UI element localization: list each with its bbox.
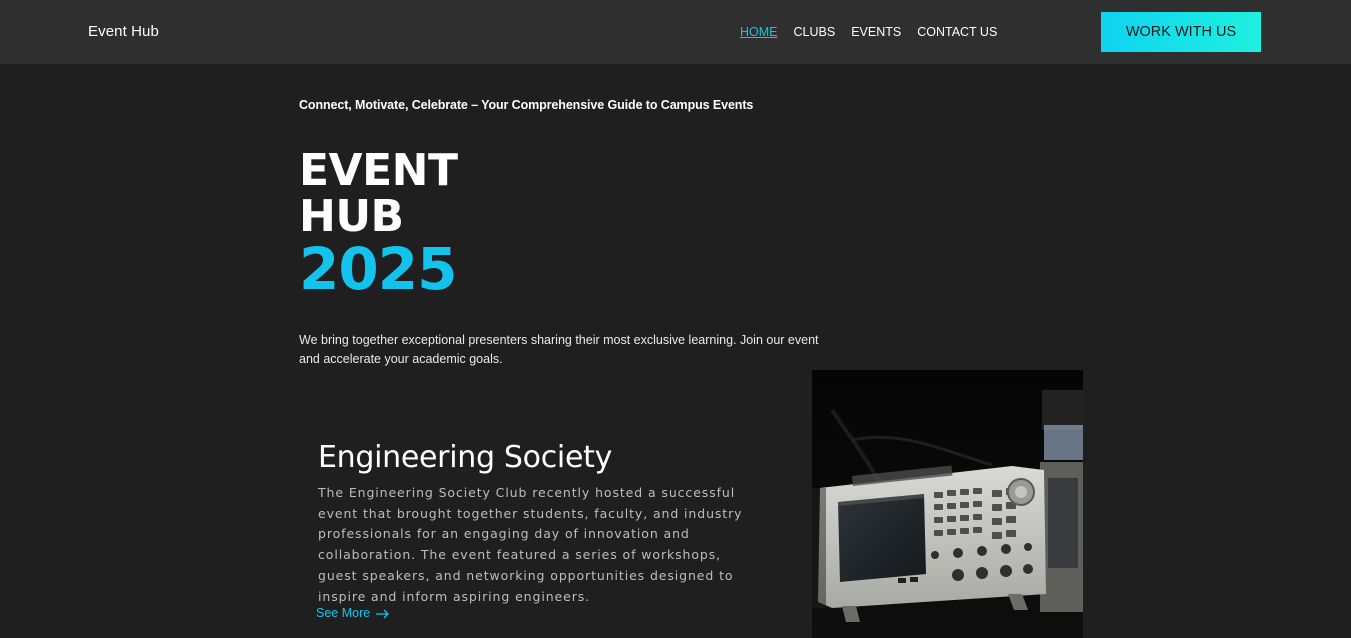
oscilloscope-image	[812, 370, 1083, 638]
main-nav: HOME CLUBS EVENTS CONTACT US	[740, 25, 997, 39]
arrow-right-icon	[375, 609, 389, 619]
club-description: The Engineering Society Club recently ho…	[318, 485, 743, 604]
nav-link-clubs[interactable]: CLUBS	[794, 25, 836, 39]
club-photo-oscilloscope	[812, 370, 1083, 638]
hero-description: We bring together exceptional presenters…	[299, 333, 819, 366]
hero-tagline: Connect, Motivate, Celebrate – Your Comp…	[299, 98, 754, 112]
hero-title-line-event: EVENT	[299, 145, 458, 196]
nav-link-contact[interactable]: CONTACT US	[917, 25, 997, 39]
hero-year: 2025	[299, 235, 457, 303]
hero-title-line-hub: HUB	[299, 191, 404, 242]
hero-title: EVENT HUB 2025	[299, 145, 458, 303]
club-card-engineering: Engineering Society The Engineering Soci…	[318, 440, 758, 607]
club-title: Engineering Society	[318, 440, 613, 475]
top-navbar: Event Hub HOME CLUBS EVENTS CONTACT US W…	[0, 0, 1351, 64]
brand-logo-text[interactable]: Event Hub	[88, 23, 159, 40]
work-with-us-button[interactable]: WORK WITH US	[1101, 12, 1261, 52]
nav-link-events[interactable]: EVENTS	[851, 25, 901, 39]
nav-link-home[interactable]: HOME	[740, 25, 778, 39]
see-more-label: See More	[316, 606, 371, 620]
see-more-link[interactable]: See More	[316, 606, 390, 620]
